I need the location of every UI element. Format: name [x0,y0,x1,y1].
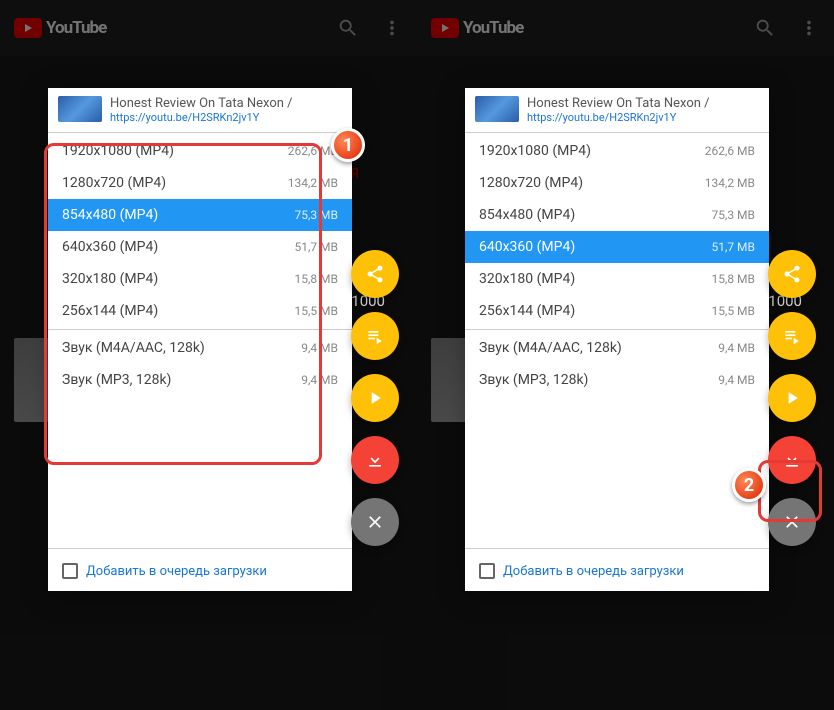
format-name: 854x480 (MP4) [479,207,575,223]
format-row[interactable]: Звук (MP3, 128k) 9,4 MB [48,364,352,396]
fab-column [351,250,399,546]
format-list-right: 1920x1080 (MP4) 262,6 MB 1280x720 (MP4) 134… [465,135,769,327]
queue-label[interactable]: Добавить в очередь загрузки [86,564,267,579]
queue-checkbox[interactable] [62,563,78,579]
format-size: 134,2 MB [288,176,338,190]
video-thumbnail [475,96,519,122]
queue-checkbox[interactable] [479,563,495,579]
format-row[interactable]: Звук (MP3, 128k) 9,4 MB [465,364,769,396]
format-size: 15,8 MB [711,272,755,286]
format-name: 640x360 (MP4) [479,239,575,255]
format-row[interactable]: 854x480 (MP4) 75,3 MB [465,199,769,231]
format-name: 854x480 (MP4) [62,207,158,223]
format-size: 15,8 MB [294,272,338,286]
format-row[interactable]: 854x480 (MP4) 75,3 MB [48,199,352,231]
format-name: Звук (MP3, 128k) [479,372,588,388]
share-fab[interactable] [768,250,816,298]
format-row[interactable]: 320x180 (MP4) 15,8 MB [465,263,769,295]
audio-list-right: Звук (M4A/AAC, 128k)9,4 MBЗвук (MP3, 128… [465,332,769,396]
format-size: 75,3 MB [711,208,755,222]
close-fab[interactable] [768,498,816,546]
playlist-fab[interactable] [768,312,816,360]
queue-label[interactable]: Добавить в очередь загрузки [503,564,684,579]
format-name: 1920x1080 (MP4) [479,143,591,159]
format-row[interactable]: 640x360 (MP4) 51,7 MB [465,231,769,263]
format-name: Звук (M4A/AAC, 128k) [479,340,622,356]
playlist-fab[interactable] [351,312,399,360]
format-row[interactable]: 1920x1080 (MP4)262,6 MB [48,135,352,167]
video-url[interactable]: https://youtu.be/H2SRKn2jv1Y [110,111,342,124]
download-modal: Honest Review On Tata Nexon / https://yo… [465,88,769,591]
format-row[interactable]: 256x144 (MP4) 15,5 MB [48,295,352,327]
format-name: 320x180 (MP4) [62,271,158,287]
video-url[interactable]: https://youtu.be/H2SRKn2jv1Y [527,111,759,124]
format-name: Звук (M4A/AAC, 128k) [62,340,205,356]
download-fab[interactable] [351,436,399,484]
format-size: 51,7 MB [711,240,755,254]
fab-column [768,250,816,546]
format-name: 256x144 (MP4) [62,303,158,319]
format-name: 320x180 (MP4) [479,271,575,287]
video-title: Honest Review On Tata Nexon / [527,96,759,111]
format-size: 75,3 MB [294,208,338,222]
format-row[interactable]: 640x360 (MP4) 51,7 MB [48,231,352,263]
format-size: 134,2 MB [705,176,755,190]
screenshot-left: YouTube 1000 ПОДПИСАТЬСЯ Suzuki Mercedes… [0,0,417,710]
format-name: 256x144 (MP4) [479,303,575,319]
step-badge-2: 2 [732,468,766,502]
close-fab[interactable] [351,498,399,546]
format-name: 1280x720 (MP4) [479,175,583,191]
play-fab[interactable] [351,374,399,422]
format-size: 9,4 MB [718,341,755,355]
format-size: 9,4 MB [718,373,755,387]
format-size: 15,5 MB [294,304,338,318]
format-name: 1920x1080 (MP4) [62,143,174,159]
format-list-left: 1920x1080 (MP4)262,6 MB 1280x720 (MP4) 134… [48,135,352,327]
download-fab[interactable] [768,436,816,484]
play-fab[interactable] [768,374,816,422]
screenshot-right: YouTube 1000 ПОДПИСАТЬСЯ Suzuki Mercedes… [417,0,834,710]
audio-list-left: Звук (M4A/AAC, 128k)9,4 MBЗвук (MP3, 128… [48,332,352,396]
format-size: 9,4 MB [301,373,338,387]
format-row[interactable]: 1920x1080 (MP4) 262,6 MB [465,135,769,167]
format-row[interactable]: 1280x720 (MP4) 134,2 MB [48,167,352,199]
format-name: Звук (MP3, 128k) [62,372,171,388]
format-size: 51,7 MB [294,240,338,254]
format-row[interactable]: 320x180 (MP4) 15,8 MB [48,263,352,295]
step-badge-1: 1 [331,128,365,162]
format-row[interactable]: 256x144 (MP4) 15,5 MB [465,295,769,327]
format-name: 640x360 (MP4) [62,239,158,255]
format-size: 15,5 MB [711,304,755,318]
format-row[interactable]: Звук (M4A/AAC, 128k) 9,4 MB [48,332,352,364]
format-row[interactable]: Звук (M4A/AAC, 128k) 9,4 MB [465,332,769,364]
format-size: 262,6 MB [705,144,755,158]
video-title: Honest Review On Tata Nexon / [110,96,342,111]
share-fab[interactable] [351,250,399,298]
format-size: 9,4 MB [301,341,338,355]
format-row[interactable]: 1280x720 (MP4) 134,2 MB [465,167,769,199]
download-modal: Honest Review On Tata Nexon / https://yo… [48,88,352,591]
video-thumbnail [58,96,102,122]
format-name: 1280x720 (MP4) [62,175,166,191]
